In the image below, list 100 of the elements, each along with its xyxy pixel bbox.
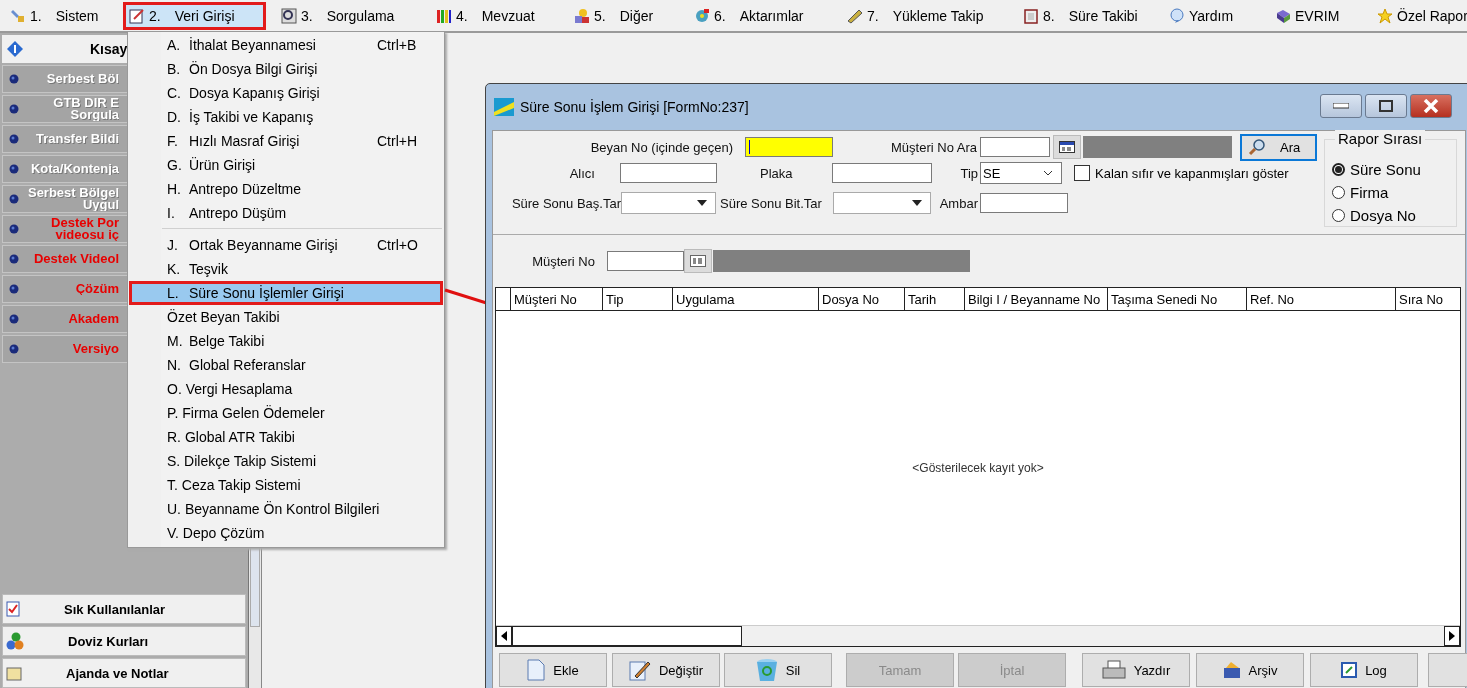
maximize-icon [1379,100,1393,112]
checkbox[interactable] [1074,165,1090,181]
column-header[interactable]: Ref. No [1247,288,1396,310]
checklist-icon [6,601,20,617]
menu-item[interactable]: Yardım [1163,1,1240,30]
input-field[interactable] [607,251,684,271]
menu-item[interactable]: 6. Aktarımlar [688,1,810,30]
magnifier-icon [281,7,297,24]
input-field[interactable] [980,193,1068,213]
document-icon [527,659,546,681]
date-picker[interactable] [833,192,931,214]
lookup-button[interactable] [1053,135,1081,159]
radio-button[interactable] [1332,163,1345,176]
column-header[interactable]: Bilgi I / Beyanname No [965,288,1108,310]
date-picker[interactable] [621,192,716,214]
close-button[interactable] [1410,94,1452,118]
field-label: Tip [959,165,978,181]
window-title: Süre Sonu İşlem Girişi [FormNo:237] [520,99,749,115]
radio-label[interactable]: Süre Sonu [1350,161,1421,178]
menu-item[interactable]: R. Global ATR Takibi [129,425,443,449]
pencil-icon [628,659,651,681]
menu-item[interactable]: 7. Yükleme Takip [841,1,990,30]
input-field[interactable] [745,137,833,157]
column-header[interactable]: Müşteri No [511,288,603,310]
star-icon [1377,7,1393,24]
field-label: Süre Sonu Baş.Tar [510,195,621,211]
bullet-icon [9,314,19,324]
minimize-button[interactable] [1320,94,1362,118]
field-label: Alıcı [568,165,595,181]
shapes-icon [574,7,590,24]
checkbox-label[interactable]: Kalan sıfır ve kapanmışları göster [1095,165,1289,181]
menu-item[interactable]: 3. Sorgulama [275,1,401,30]
toolbar-button[interactable]: Sil [724,653,832,687]
document-pen-icon [129,7,145,24]
menu-item[interactable]: 4. Mevzuat [430,1,541,30]
recycle-bin-icon [755,658,778,682]
input-field[interactable] [832,163,932,183]
bullet-icon [9,164,19,174]
column-header[interactable]: Uygulama [673,288,819,310]
panel-button[interactable]: Ajanda ve Notlar [2,658,246,688]
column-header[interactable]: Tip [603,288,673,310]
menu-item[interactable]: L. Süre Sonu İşlemler Girişi [129,281,443,305]
toolbar-button[interactable]: Log [1310,653,1418,687]
bullet-icon [9,284,19,294]
radio-button[interactable] [1332,186,1345,199]
radio-label[interactable]: Firma [1350,184,1389,201]
field-label: Müşteri No Ara [890,139,977,155]
menu-item[interactable]: 5. Diğer [568,1,660,30]
search-button[interactable]: Ara [1240,133,1317,161]
help-bubble-icon [1169,7,1185,24]
toolbar-button[interactable]: Arşiv [1196,653,1304,687]
printer-icon [1101,660,1126,680]
menu-item[interactable]: 1. Sistem [4,1,105,30]
notepad-icon [1023,7,1039,24]
bullet-icon [9,224,19,234]
info-icon [6,40,24,58]
menu-item[interactable]: Özel Rapor [1371,1,1467,30]
currency-icon [6,632,24,650]
input-field[interactable] [980,137,1050,157]
field-label: Plaka [759,165,794,181]
type-dropdown[interactable]: SE [980,162,1062,184]
pencil-icon [847,7,863,24]
books-icon [436,7,452,24]
menu-item[interactable]: S. Dilekçe Takip Sistemi [129,449,443,473]
bullet-icon [9,254,19,264]
field-label: Ambar [938,195,978,211]
left-arrow-icon [501,631,507,641]
radio-label[interactable]: Dosya No [1350,207,1416,224]
toolbar-button[interactable]: Ekle [499,653,607,687]
bullet-icon [9,344,19,354]
menu-item[interactable]: 2. Veri Girişi [123,1,266,30]
panel-button[interactable]: Sık Kullanılanlar [2,594,246,624]
horizontal-scrollbar[interactable] [496,625,1460,646]
close-icon [1423,99,1439,113]
right-arrow-icon [1449,631,1455,641]
toolbar-button[interactable]: Yazdır [1082,653,1190,687]
menu-item[interactable]: P. Firma Gelen Ödemeler [129,401,443,425]
column-header[interactable]: Taşıma Senedi No [1108,288,1247,310]
menu-item[interactable]: U. Beyanname Ön Kontrol Bilgileri [129,497,443,521]
toolbar-button[interactable]: Değiştir [612,653,720,687]
input-field[interactable] [620,163,717,183]
field-label: Beyan No (içinde geçen) [589,139,733,155]
panel-button[interactable]: Doviz Kurları [2,626,246,656]
window-icon [1341,662,1358,678]
dropdown-arrow-icon [912,200,922,206]
menu-item[interactable]: EVRIM [1269,1,1346,30]
chevron-down-icon [1043,170,1053,176]
minimize-icon [1333,103,1349,109]
menu-item[interactable]: 8. Süre Takibi [1017,1,1144,30]
bullet-icon [9,194,19,204]
menu-item[interactable]: V. Depo Çözüm [129,521,443,545]
dropdown-arrow-icon [697,200,707,206]
maximize-button[interactable] [1365,94,1407,118]
menu-item[interactable]: O. Vergi Hesaplama [129,377,443,401]
lookup-button[interactable] [684,249,712,273]
radio-button[interactable] [1332,209,1345,222]
column-header[interactable]: Sıra No [1396,288,1456,310]
menu-item[interactable]: T. Ceza Takip Sistemi [129,473,443,497]
column-header[interactable]: Dosya No [819,288,905,310]
column-header[interactable]: Tarih [905,288,965,310]
